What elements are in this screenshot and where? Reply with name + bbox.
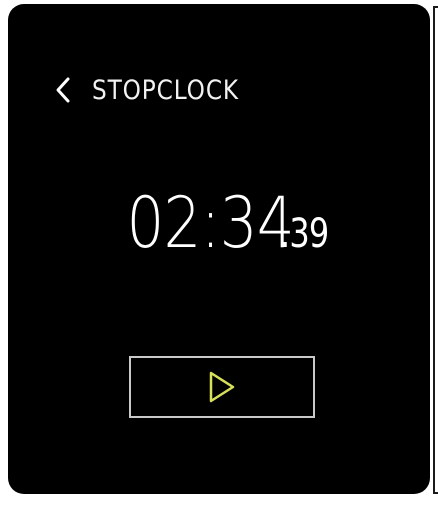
watch-screen: STOPCLOCK 02:34.39	[8, 4, 430, 494]
app-frame: STOPCLOCK 02:34.39	[0, 0, 438, 506]
play-button[interactable]	[129, 356, 315, 418]
time-fraction-digits: .39	[280, 211, 329, 257]
time-main-digits: 02:34	[126, 182, 295, 264]
page-title: STOPCLOCK	[92, 74, 239, 106]
stopwatch-time: 02:34.39	[8, 182, 430, 264]
chevron-left-icon[interactable]	[52, 74, 74, 106]
device-bezel-edge	[433, 6, 438, 494]
play-icon	[209, 371, 235, 403]
back-navigation[interactable]: STOPCLOCK	[52, 68, 263, 112]
